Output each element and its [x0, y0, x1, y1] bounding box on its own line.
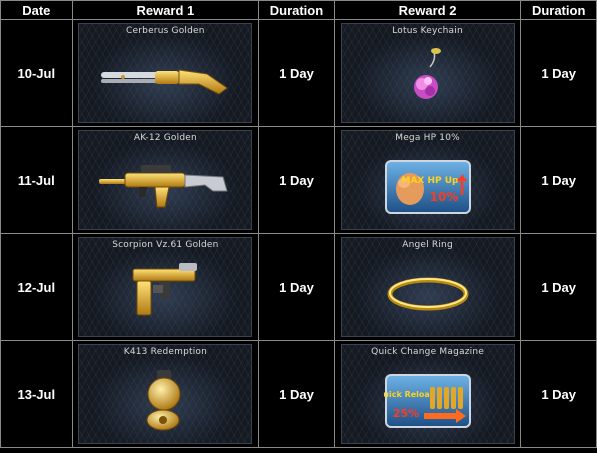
reward-name: Mega HP 10%	[395, 133, 460, 143]
reward-2-cell: Angel Ring	[333, 233, 522, 341]
header-reward-2: Reward 2	[333, 0, 522, 20]
reward-card[interactable]: Scorpion Vz.61 Golden	[78, 237, 253, 337]
reward-2-cell: Mega HP 10% MAX HP Up 10%	[333, 126, 522, 234]
reward-name: Scorpion Vz.61 Golden	[112, 240, 219, 250]
reward-card[interactable]: K413 Redemption	[78, 344, 253, 444]
reward-1-cell: Cerberus Golden	[71, 19, 260, 127]
duration-1-cell: 1 Day	[258, 340, 335, 448]
reward-card[interactable]: Lotus Keychain	[340, 23, 515, 123]
duration-2-cell: 1 Day	[520, 19, 597, 127]
table-row: 11-Jul AK-12 Golden 1 Day Mega HP 10% MA…	[0, 126, 597, 234]
quick-reload-icon: Quick Reload 25%	[384, 374, 471, 428]
golden-smg-icon	[132, 263, 198, 316]
duration-2-cell: 1 Day	[520, 340, 597, 448]
date-cell: 13-Jul	[0, 340, 73, 448]
header-date: Date	[0, 0, 73, 20]
reward-card[interactable]: Angel Ring	[340, 237, 515, 337]
reward-1-cell: AK-12 Golden	[71, 126, 260, 234]
header-duration-2: Duration	[520, 0, 597, 20]
badge-label: Quick Reload	[384, 390, 436, 399]
badge-label: MAX HP Up	[401, 176, 459, 186]
badge-value: 10%	[429, 190, 458, 204]
angel-ring-icon	[387, 277, 469, 311]
table-row: 13-Jul K413 Redemption 1 Day Quick Chang…	[0, 340, 597, 448]
reward-card[interactable]: Quick Change Magazine Quick Reload 25%	[340, 344, 515, 444]
duration-2-cell: 1 Day	[520, 126, 597, 234]
reward-name: Angel Ring	[402, 240, 453, 250]
table-row: 12-Jul Scorpion Vz.61 Golden 1 Day Angel…	[0, 233, 597, 341]
reward-name: Quick Change Magazine	[371, 347, 484, 357]
duration-2-cell: 1 Day	[520, 233, 597, 341]
date-cell: 10-Jul	[0, 19, 73, 127]
max-hp-up-icon: MAX HP Up 10%	[384, 160, 471, 214]
reward-card[interactable]: Mega HP 10% MAX HP Up 10%	[340, 130, 515, 230]
reward-name: AK-12 Golden	[133, 133, 197, 143]
lotus-keychain-icon	[413, 48, 441, 99]
golden-shotgun-icon	[101, 69, 229, 95]
header-row: Date Reward 1 Duration Reward 2 Duration	[0, 0, 597, 20]
reward-1-cell: Scorpion Vz.61 Golden	[71, 233, 260, 341]
reward-2-cell: Lotus Keychain	[333, 19, 522, 127]
badge-value: 25%	[392, 407, 418, 420]
golden-rifle-icon	[99, 165, 229, 208]
duration-1-cell: 1 Day	[258, 126, 335, 234]
header-duration-1: Duration	[258, 0, 335, 20]
table-row: 10-Jul Cerberus Golden 1 Day Lotus Keych…	[0, 19, 597, 127]
reward-name: K413 Redemption	[123, 347, 208, 357]
duration-1-cell: 1 Day	[258, 233, 335, 341]
duration-1-cell: 1 Day	[258, 19, 335, 127]
reward-card[interactable]: AK-12 Golden	[78, 130, 253, 230]
date-cell: 12-Jul	[0, 233, 73, 341]
reward-1-cell: K413 Redemption	[71, 340, 260, 448]
rewards-table: Date Reward 1 Duration Reward 2 Duration…	[0, 0, 597, 448]
header-reward-1: Reward 1	[71, 0, 260, 20]
reward-card[interactable]: Cerberus Golden	[78, 23, 253, 123]
reward-name: Cerberus Golden	[126, 26, 205, 36]
reward-2-cell: Quick Change Magazine Quick Reload 25%	[333, 340, 522, 448]
reward-name: Lotus Keychain	[392, 26, 463, 36]
date-cell: 11-Jul	[0, 126, 73, 234]
golden-grenade-icon	[146, 370, 181, 431]
